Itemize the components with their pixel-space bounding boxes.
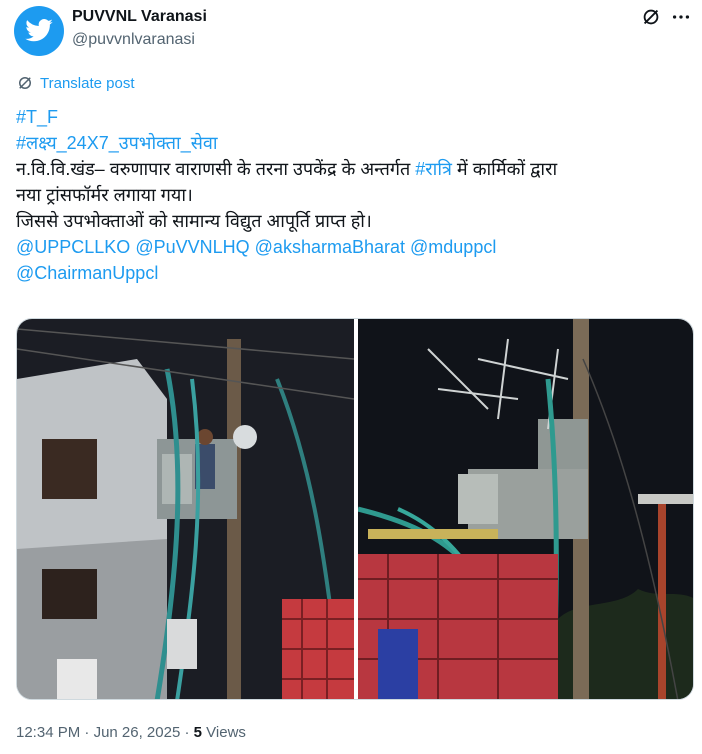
- translate-post-link[interactable]: Translate post: [16, 72, 135, 94]
- meta-separator: ·: [80, 724, 94, 741]
- avatar[interactable]: [14, 6, 64, 56]
- hashtag-ratri[interactable]: #रात्रि: [415, 159, 452, 179]
- post-meta: 12:34 PM · Jun 26, 2025 · 5 Views: [16, 724, 246, 741]
- meta-separator: ·: [180, 724, 194, 741]
- post-text-line3-end: में कार्मिकों द्वारा: [451, 159, 558, 179]
- mention-puvvnlhq[interactable]: @PuVVNLHQ: [135, 237, 249, 257]
- slash-circle-icon[interactable]: [640, 6, 662, 28]
- views-label: Views: [202, 724, 246, 741]
- post-text-line3: न.वि.वि.खंड– वरुणापार वाराणसी के तरना उप…: [16, 159, 416, 179]
- post-header: PUVVNL Varanasi @puvvnlvaranasi: [14, 6, 694, 58]
- twitter-bird-icon: [25, 19, 53, 42]
- mention-mduppcl[interactable]: @mduppcl: [410, 237, 496, 257]
- post-text: #T_F #लक्ष्य_24X7_उपभोक्ता_सेवा न.वि.वि.…: [16, 104, 688, 286]
- more-dots-icon[interactable]: [670, 6, 692, 28]
- hashtag-lakshya[interactable]: #लक्ष्य_24X7_उपभोक्ता_सेवा: [16, 133, 218, 153]
- post-date[interactable]: Jun 26, 2025: [94, 724, 181, 741]
- mention-aksharmabharat[interactable]: @aksharmaBharat: [255, 237, 405, 257]
- post-time[interactable]: 12:34 PM: [16, 724, 80, 741]
- photo-transformer-building[interactable]: [17, 319, 354, 699]
- translate-label: Translate post: [40, 74, 135, 92]
- post-media: [16, 318, 694, 700]
- account-handle[interactable]: @puvvnlvaranasi: [72, 31, 195, 49]
- translate-icon: [19, 77, 31, 89]
- mention-chairmanuppcl[interactable]: @ChairmanUppcl: [16, 263, 158, 283]
- post-text-line4: नया ट्रांसफॉर्मर लगाया गया।: [16, 185, 193, 205]
- mention-uppcllko[interactable]: @UPPCLLKO: [16, 237, 130, 257]
- hashtag-tf[interactable]: #T_F: [16, 107, 58, 127]
- post-text-line5: जिससे उपभोक्ताओं को सामान्य विद्युत आपूर…: [16, 211, 372, 231]
- views-count[interactable]: 5: [194, 724, 202, 741]
- photo-transformer-night[interactable]: [358, 319, 693, 699]
- account-name[interactable]: PUVVNL Varanasi: [72, 8, 207, 26]
